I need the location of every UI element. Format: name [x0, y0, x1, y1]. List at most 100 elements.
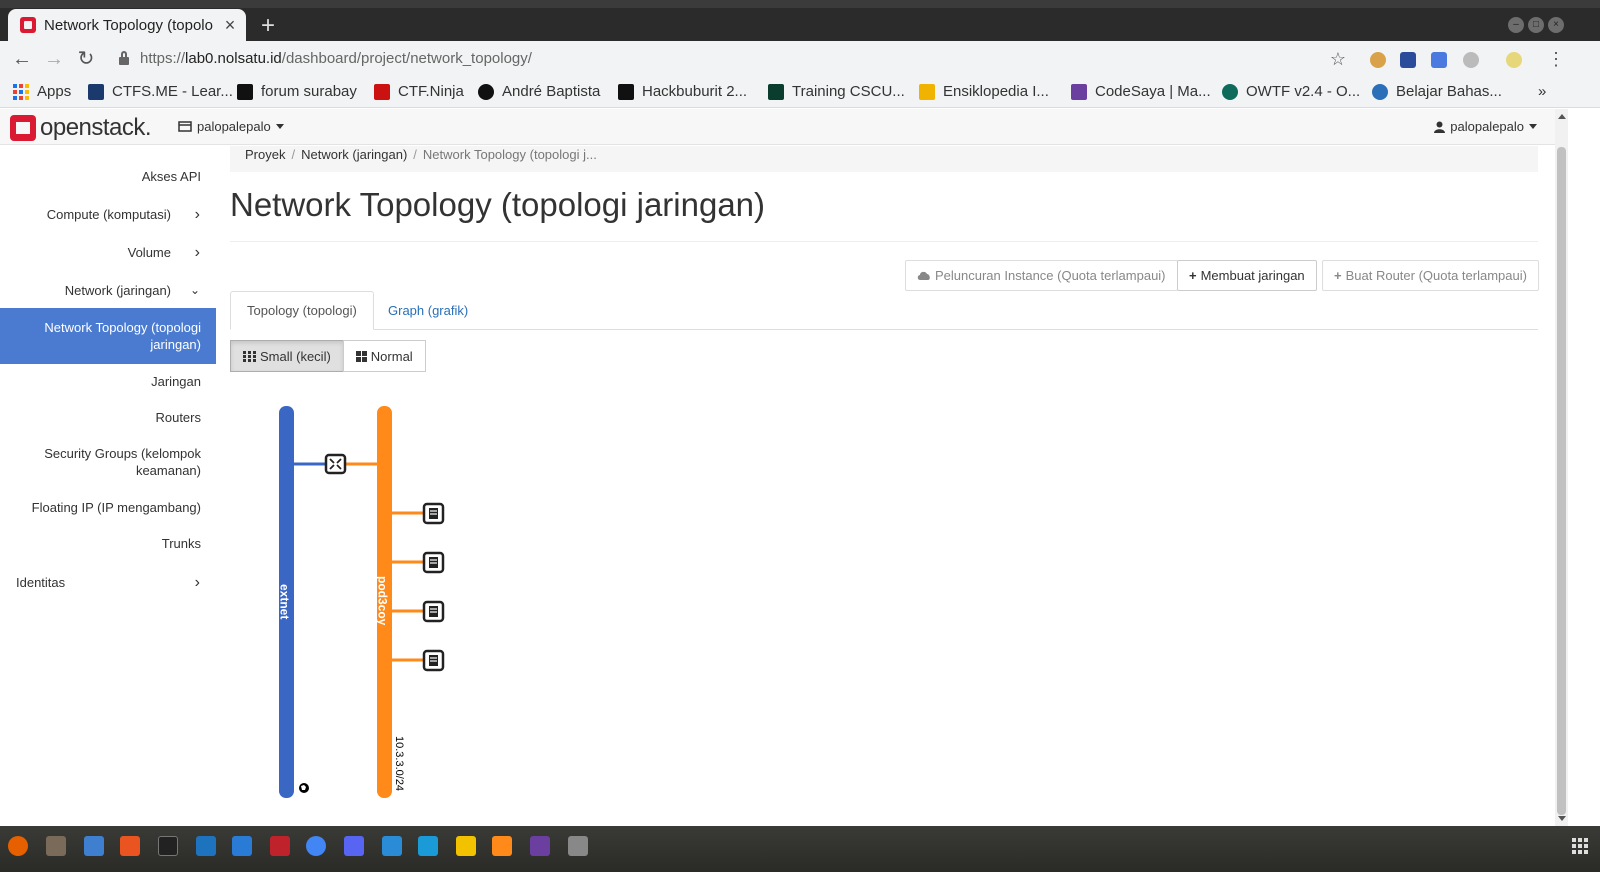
sidebar-item-label: Jaringan [151, 374, 201, 389]
software-center-icon[interactable] [120, 836, 140, 856]
close-window-icon[interactable]: × [1548, 17, 1564, 33]
openstack-logo[interactable]: openstack. [10, 114, 152, 142]
network-manager-icon[interactable] [232, 836, 252, 856]
reload-icon[interactable]: ↻ [74, 47, 98, 71]
close-tab-icon[interactable]: × [222, 15, 238, 36]
vscode-icon[interactable] [196, 836, 216, 856]
small-size-button[interactable]: Small (kecil) [230, 340, 344, 372]
address-bar[interactable]: https://lab0.nolsatu.id/dashboard/projec… [140, 50, 532, 67]
instance-icon[interactable] [422, 551, 445, 574]
translate-extension-icon[interactable] [1431, 52, 1447, 68]
bookmark-label: André Baptista [502, 83, 601, 100]
bookmark-andre[interactable]: André Baptista [478, 83, 600, 100]
profile-avatar-icon[interactable] [1506, 52, 1522, 68]
minimize-window-icon[interactable]: – [1508, 17, 1524, 33]
ctfs-icon [88, 83, 104, 100]
terminal-icon[interactable] [158, 836, 178, 856]
tab-topology[interactable]: Topology (topologi) [230, 291, 374, 330]
notes-icon[interactable] [456, 836, 476, 856]
sidebar-item-label: Security Groups (kelompok keamanan) [44, 446, 201, 478]
grid-small-icon [243, 350, 256, 362]
breadcrumb-network[interactable]: Network (jaringan) [301, 147, 407, 171]
chrome-icon[interactable] [306, 836, 326, 856]
browser-tab[interactable]: Network Topology (topolo × [8, 9, 246, 41]
bookmark-label: Training CSCU... [792, 83, 905, 100]
chevron-down-icon: ⌄ [189, 283, 200, 297]
bookmark-belajar[interactable]: Belajar Bahas... [1372, 83, 1502, 100]
belajar-icon [1372, 83, 1388, 100]
screenshot-icon[interactable] [568, 836, 588, 856]
apps-grid-icon [13, 83, 29, 100]
sidebar-item-network-topology[interactable]: Network Topology (topologi jaringan) [0, 308, 216, 364]
project-icon [178, 120, 192, 132]
bookmark-ctf-ninja[interactable]: CTF.Ninja [374, 83, 464, 100]
bookmark-label: Belajar Bahas... [1396, 83, 1502, 100]
bookmark-ctfs[interactable]: CTFS.ME - Lear... [88, 83, 233, 100]
button-label: Peluncuran Instance (Quota terlampaui) [935, 268, 1166, 283]
bookmark-apps[interactable]: Apps [13, 83, 71, 100]
scroll-down-arrow-icon[interactable] [1558, 816, 1566, 821]
system-monitor-icon[interactable] [418, 836, 438, 856]
maximize-window-icon[interactable]: □ [1528, 17, 1544, 33]
vlc-icon[interactable] [492, 836, 512, 856]
sidebar-item-identitas[interactable]: Identitas › [0, 574, 216, 591]
writer-icon[interactable] [84, 836, 104, 856]
launch-instance-button[interactable]: Peluncuran Instance (Quota terlampaui) [905, 260, 1178, 291]
openstack-header: openstack. palopalepalo palopalepalo [0, 109, 1555, 145]
bookmark-label: Ensiklopedia I... [943, 83, 1049, 100]
lock-icon[interactable] [118, 51, 130, 65]
sidebar-item-jaringan[interactable]: Jaringan [0, 373, 216, 390]
forum-icon [237, 83, 253, 100]
circle-extension-icon[interactable] [1463, 52, 1479, 68]
forward-arrow-icon[interactable]: → [42, 47, 66, 71]
scroll-up-arrow-icon[interactable] [1558, 114, 1566, 119]
router-icon[interactable] [324, 453, 347, 475]
normal-size-button[interactable]: Normal [342, 340, 426, 372]
sidebar-item-trunks[interactable]: Trunks [0, 535, 216, 552]
sidebar-item-akses-api[interactable]: Akses API [0, 168, 216, 185]
browser-menu-icon[interactable]: ⋮ [1544, 47, 1568, 71]
sidebar-item-security-groups[interactable]: Security Groups (kelompok keamanan) [0, 445, 216, 479]
bookmark-codesaya[interactable]: CodeSaya | Ma... [1071, 83, 1211, 100]
user-menu[interactable]: palopalepalo [1434, 119, 1537, 134]
bookmark-ensiklopedia[interactable]: Ensiklopedia I... [919, 83, 1049, 100]
sidebar-item-label: Identitas [16, 575, 66, 590]
bookmark-owtf[interactable]: OWTF v2.4 - O... [1222, 83, 1360, 100]
telegram-icon[interactable] [382, 836, 402, 856]
discord-icon[interactable] [344, 836, 364, 856]
sidebar: Akses API Compute (komputasi) › Volume › N… [0, 146, 216, 826]
instance-icon[interactable] [422, 502, 445, 525]
instance-icon[interactable] [422, 649, 445, 672]
files-icon[interactable] [46, 836, 66, 856]
sidebar-item-volume[interactable]: Volume › [0, 244, 216, 261]
new-tab-icon[interactable]: + [256, 12, 280, 40]
create-router-button[interactable]: + Buat Router (Quota terlampaui) [1322, 260, 1539, 291]
breadcrumb-separator: / [413, 147, 417, 162]
breadcrumb-proyek[interactable]: Proyek [245, 147, 285, 171]
tab-label: Topology (topologi) [247, 303, 357, 318]
tab-graph[interactable]: Graph (grafik) [372, 291, 484, 330]
button-label: Buat Router (Quota terlampaui) [1345, 268, 1527, 283]
sidebar-item-network[interactable]: Network (jaringan) ⌄ [0, 282, 216, 299]
bookmark-forum[interactable]: forum surabay [237, 83, 357, 100]
bookmark-star-icon[interactable]: ☆ [1326, 47, 1350, 71]
chevron-down-icon [275, 124, 284, 129]
create-network-button[interactable]: + Membuat jaringan [1177, 260, 1317, 291]
sidebar-item-routers[interactable]: Routers [0, 409, 216, 426]
scrollbar-thumb[interactable] [1557, 147, 1566, 815]
bookmark-training[interactable]: Training CSCU... [768, 83, 905, 100]
show-applications-icon[interactable] [1572, 838, 1588, 854]
instance-icon[interactable] [422, 600, 445, 623]
mendeley-icon[interactable] [270, 836, 290, 856]
project-selector[interactable]: palopalepalo [178, 119, 284, 134]
back-arrow-icon[interactable]: ← [10, 47, 34, 71]
vpn-extension-icon[interactable] [1400, 52, 1416, 68]
page-scrollbar[interactable] [1555, 109, 1568, 826]
app-launcher-icon[interactable] [530, 836, 550, 856]
cookie-extension-icon[interactable] [1370, 52, 1386, 68]
firefox-icon[interactable] [8, 836, 28, 856]
bookmark-hackbuburit[interactable]: Hackbuburit 2... [618, 83, 747, 100]
sidebar-item-compute[interactable]: Compute (komputasi) › [0, 206, 216, 223]
sidebar-item-floating-ip[interactable]: Floating IP (IP mengambang) [0, 499, 216, 516]
more-bookmarks-icon[interactable]: » [1538, 83, 1546, 100]
